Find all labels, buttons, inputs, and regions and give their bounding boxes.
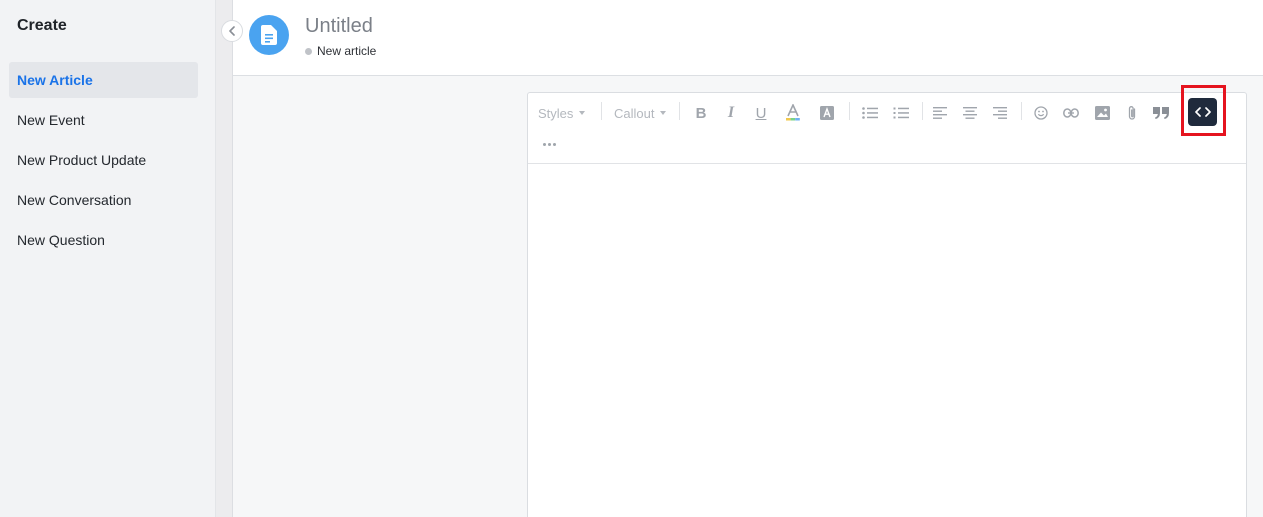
more-icon xyxy=(542,142,546,146)
align-right-button[interactable] xyxy=(989,102,1011,124)
code-view-button[interactable] xyxy=(1188,98,1217,126)
emoji-icon xyxy=(1034,106,1048,120)
quote-button[interactable] xyxy=(1150,102,1172,124)
sidebar-title: Create xyxy=(17,17,67,34)
toolbar-divider xyxy=(922,102,923,120)
italic-button[interactable]: I xyxy=(720,102,742,124)
sidebar-item-new-product-update[interactable]: New Product Update xyxy=(9,142,198,178)
italic-icon: I xyxy=(727,104,735,121)
sidebar-item-new-event[interactable]: New Event xyxy=(9,102,198,138)
chevron-left-icon xyxy=(229,26,235,36)
highlight-icon xyxy=(820,106,834,120)
numbered-list-button[interactable] xyxy=(890,102,912,124)
quote-icon xyxy=(1153,107,1169,119)
editor-toolbar: Styles Callout B I U xyxy=(528,85,1246,164)
bullet-list-button[interactable] xyxy=(859,102,881,124)
article-status: New article xyxy=(305,44,376,58)
align-left-button[interactable] xyxy=(929,102,951,124)
highlight-button[interactable] xyxy=(816,102,838,124)
callout-label: Callout xyxy=(614,105,655,121)
attachment-button[interactable] xyxy=(1121,102,1143,124)
toolbar-divider xyxy=(601,102,602,120)
numbered-list-icon xyxy=(893,107,909,119)
align-right-icon xyxy=(993,107,1007,119)
link-button[interactable] xyxy=(1060,102,1082,124)
sidebar-item-new-article[interactable]: New Article xyxy=(9,62,198,98)
bullet-list-icon xyxy=(862,107,878,119)
styles-dropdown[interactable]: Styles xyxy=(538,105,586,121)
text-color-button[interactable] xyxy=(782,102,804,124)
more-icon-dot xyxy=(552,142,556,146)
align-left-icon xyxy=(933,107,947,119)
more-icon-dot xyxy=(547,142,551,146)
sidebar-nav: New Article New Event New Product Update… xyxy=(9,62,198,262)
emoji-button[interactable] xyxy=(1030,102,1052,124)
caret-down-icon xyxy=(579,111,586,115)
sidebar-item-new-question[interactable]: New Question xyxy=(9,222,198,258)
bold-icon: B xyxy=(695,104,707,122)
underline-icon: U xyxy=(755,104,767,122)
image-icon xyxy=(1094,106,1110,120)
align-center-icon xyxy=(963,107,977,119)
align-center-button[interactable] xyxy=(959,102,981,124)
article-header: Untitled New article xyxy=(233,0,1263,76)
collapse-sidebar-button[interactable] xyxy=(221,20,243,42)
sidebar-gutter xyxy=(216,0,233,517)
link-icon xyxy=(1063,108,1079,118)
bold-button[interactable]: B xyxy=(690,102,712,124)
code-icon xyxy=(1194,107,1211,117)
toolbar-divider xyxy=(1021,102,1022,120)
toolbar-divider xyxy=(679,102,680,120)
sidebar-item-new-conversation[interactable]: New Conversation xyxy=(9,182,198,218)
attachment-icon xyxy=(1128,106,1136,120)
image-button[interactable] xyxy=(1091,102,1113,124)
more-options-button[interactable] xyxy=(540,137,558,151)
status-dot xyxy=(305,47,312,55)
document-icon xyxy=(249,15,289,55)
sidebar: Create New Article New Event New Product… xyxy=(0,0,216,517)
rich-text-editor: Styles Callout B I U xyxy=(527,85,1247,517)
content-area: Styles Callout B I U xyxy=(233,76,1263,517)
text-color-icon xyxy=(786,104,800,121)
editor-body[interactable] xyxy=(528,165,1246,517)
status-label: New article xyxy=(317,44,377,58)
styles-label: Styles xyxy=(538,105,574,121)
toolbar-divider xyxy=(849,102,850,120)
article-title[interactable]: Untitled xyxy=(305,15,373,38)
caret-down-icon xyxy=(660,111,667,115)
underline-button[interactable]: U xyxy=(750,102,772,124)
callout-dropdown[interactable]: Callout xyxy=(614,105,667,121)
